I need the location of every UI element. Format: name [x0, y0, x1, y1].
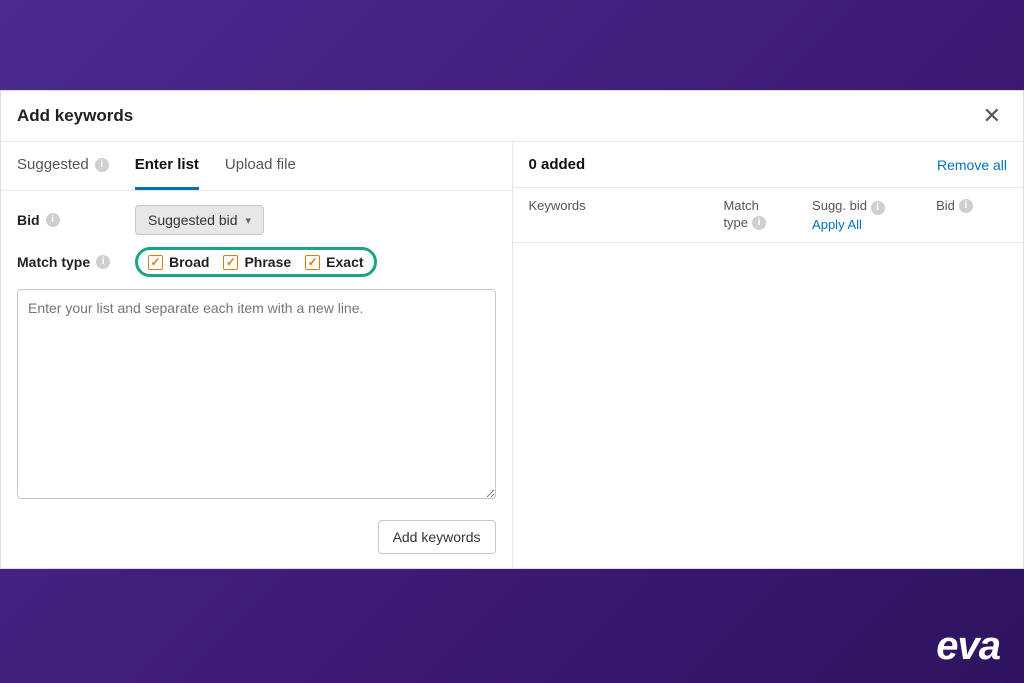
- form-area: Bid i Suggested bid ▾ Match type i: [1, 191, 512, 568]
- added-count: 0 added: [529, 156, 586, 173]
- match-type-highlight: ✓ Broad ✓ Phrase ✓ Exact: [135, 247, 377, 277]
- match-type-row: Match type i ✓ Broad ✓ Phrase ✓: [17, 247, 496, 277]
- remove-all-link[interactable]: Remove all: [937, 157, 1007, 173]
- check-icon: ✓: [305, 255, 320, 270]
- check-icon: ✓: [223, 255, 238, 270]
- checkbox-broad[interactable]: ✓ Broad: [148, 254, 209, 270]
- info-icon: i: [96, 255, 110, 269]
- column-label: Bid: [936, 198, 955, 213]
- keywords-textarea[interactable]: [17, 289, 496, 499]
- bid-dropdown[interactable]: Suggested bid ▾: [135, 205, 264, 235]
- tab-label: Suggested: [17, 156, 89, 173]
- add-keywords-modal: Add keywords ✕ Suggested i Enter list Up…: [0, 90, 1024, 569]
- modal-title: Add keywords: [17, 106, 133, 126]
- table-header: Keywords Match type i Sugg. bid i: [513, 188, 1024, 243]
- bid-row: Bid i Suggested bid ▾: [17, 205, 496, 235]
- bid-label-text: Bid: [17, 212, 40, 228]
- modal-body: Suggested i Enter list Upload file Bid i: [1, 142, 1023, 568]
- apply-all-link[interactable]: Apply All: [812, 217, 862, 232]
- check-icon: ✓: [148, 255, 163, 270]
- column-label: type: [723, 215, 748, 230]
- tab-suggested[interactable]: Suggested i: [17, 142, 109, 190]
- checkbox-label: Broad: [169, 254, 209, 270]
- checkbox-phrase[interactable]: ✓ Phrase: [223, 254, 291, 270]
- bid-dropdown-label: Suggested bid: [148, 212, 238, 228]
- tab-enter-list[interactable]: Enter list: [135, 142, 199, 190]
- column-label: Keywords: [529, 198, 586, 213]
- match-type-label: Match type i: [17, 254, 135, 270]
- eva-logo: eva: [936, 624, 1000, 669]
- add-keywords-button[interactable]: Add keywords: [378, 520, 496, 554]
- info-icon: i: [871, 201, 885, 215]
- bid-label: Bid i: [17, 212, 135, 228]
- checkbox-label: Exact: [326, 254, 363, 270]
- tab-upload-file[interactable]: Upload file: [225, 142, 296, 190]
- column-match-type: Match type i: [723, 198, 812, 230]
- right-pane: 0 added Remove all Keywords Match type i: [513, 142, 1024, 568]
- tabs: Suggested i Enter list Upload file: [1, 142, 512, 191]
- column-sugg-bid: Sugg. bid i Apply All: [812, 198, 936, 232]
- right-header: 0 added Remove all: [513, 142, 1024, 188]
- modal-header: Add keywords ✕: [1, 91, 1023, 142]
- info-icon: i: [46, 213, 60, 227]
- match-type-label-text: Match type: [17, 254, 90, 270]
- left-pane: Suggested i Enter list Upload file Bid i: [1, 142, 513, 568]
- add-button-row: Add keywords: [17, 520, 496, 554]
- info-icon: i: [752, 216, 766, 230]
- tab-label: Upload file: [225, 156, 296, 173]
- column-bid: Bid i: [936, 198, 1007, 213]
- checkbox-label: Phrase: [244, 254, 291, 270]
- chevron-down-icon: ▾: [246, 214, 252, 227]
- info-icon: i: [95, 158, 109, 172]
- column-label: Sugg. bid: [812, 198, 867, 213]
- column-keywords: Keywords: [529, 198, 724, 213]
- tab-label: Enter list: [135, 156, 199, 173]
- close-icon[interactable]: ✕: [977, 103, 1007, 129]
- checkbox-exact[interactable]: ✓ Exact: [305, 254, 363, 270]
- column-label: Match: [723, 198, 758, 213]
- info-icon: i: [959, 199, 973, 213]
